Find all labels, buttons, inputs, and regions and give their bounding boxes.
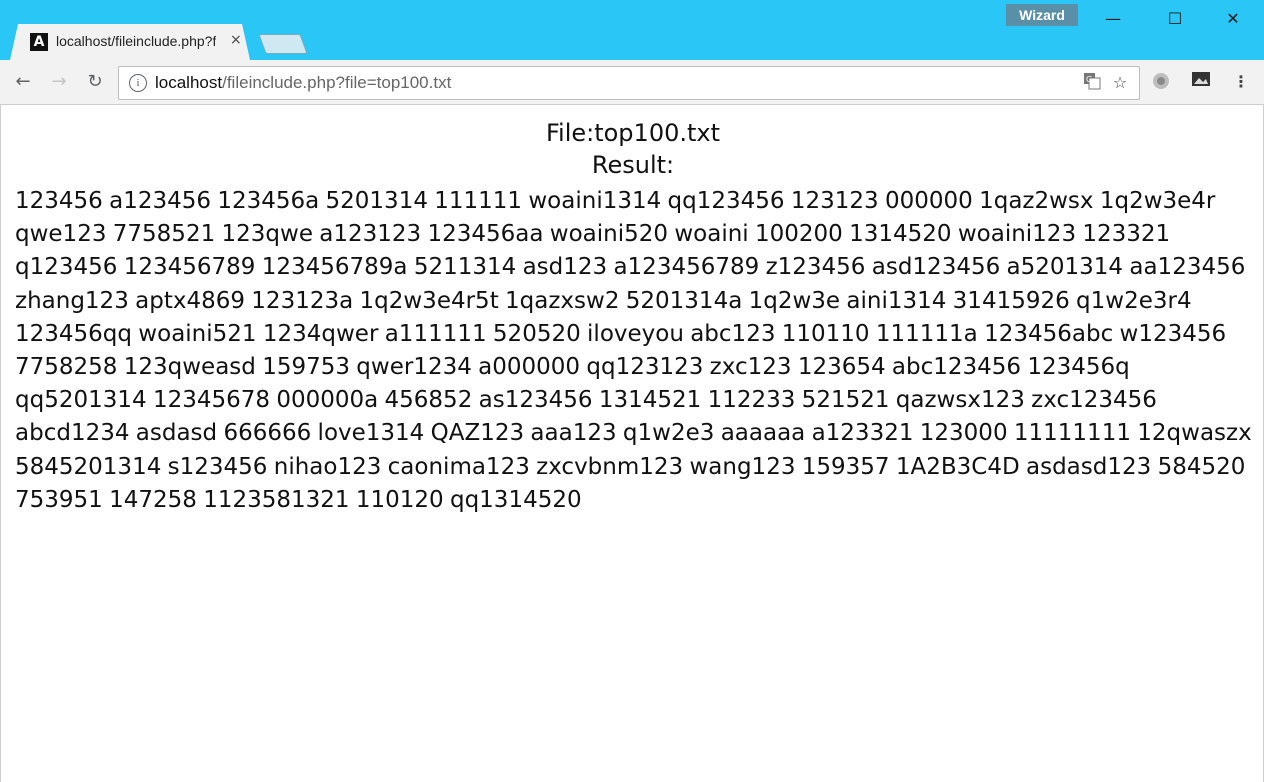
- minimize-icon[interactable]: —: [1090, 8, 1136, 30]
- maximize-icon[interactable]: ☐: [1152, 8, 1198, 30]
- page-content: File:top100.txt Result: 123456 a123456 1…: [0, 105, 1264, 782]
- reload-icon[interactable]: ↻: [84, 71, 106, 93]
- menu-kebab-icon[interactable]: ⋮: [1230, 71, 1252, 93]
- result-heading: Result:: [591, 151, 675, 179]
- tab-close-icon[interactable]: ×: [230, 32, 242, 48]
- url-text[interactable]: localhost/fileinclude.php?file=top100.tx…: [155, 73, 451, 93]
- address-bar[interactable]: i localhost/fileinclude.php?file=top100.…: [118, 66, 1140, 100]
- window-close-icon[interactable]: ✕: [1210, 8, 1256, 30]
- file-contents-text: 123456 a123456 123456a 5201314 111111 wo…: [15, 188, 1252, 513]
- back-arrow-icon[interactable]: ←: [12, 71, 34, 93]
- browser-titlebar: A localhost/fileinclude.php?file=top100.…: [0, 0, 1264, 60]
- url-path: /fileinclude.php?file=top100.txt: [222, 73, 452, 92]
- extension-globe-icon[interactable]: [1150, 71, 1172, 93]
- svg-text:G: G: [1086, 75, 1092, 84]
- url-host: localhost: [155, 73, 223, 92]
- site-info-icon[interactable]: i: [129, 74, 147, 92]
- file-heading: File:top100.txt: [545, 119, 721, 147]
- browser-tab[interactable]: A localhost/fileinclude.php?file=top100.…: [10, 24, 250, 60]
- tab-title: localhost/fileinclude.php?file=top100.tx…: [56, 33, 216, 49]
- forward-arrow-icon[interactable]: →: [48, 71, 70, 93]
- bookmark-star-icon[interactable]: ☆: [1109, 72, 1131, 94]
- translate-icon[interactable]: G: [1081, 72, 1103, 94]
- browser-toolbar: ← → ↻ i localhost/fileinclude.php?file=t…: [0, 60, 1264, 105]
- extension-image-icon[interactable]: [1190, 71, 1212, 93]
- tab-favicon-icon: A: [30, 33, 48, 51]
- wizard-badge[interactable]: Wizard: [1006, 4, 1078, 26]
- new-tab-button[interactable]: [258, 34, 308, 54]
